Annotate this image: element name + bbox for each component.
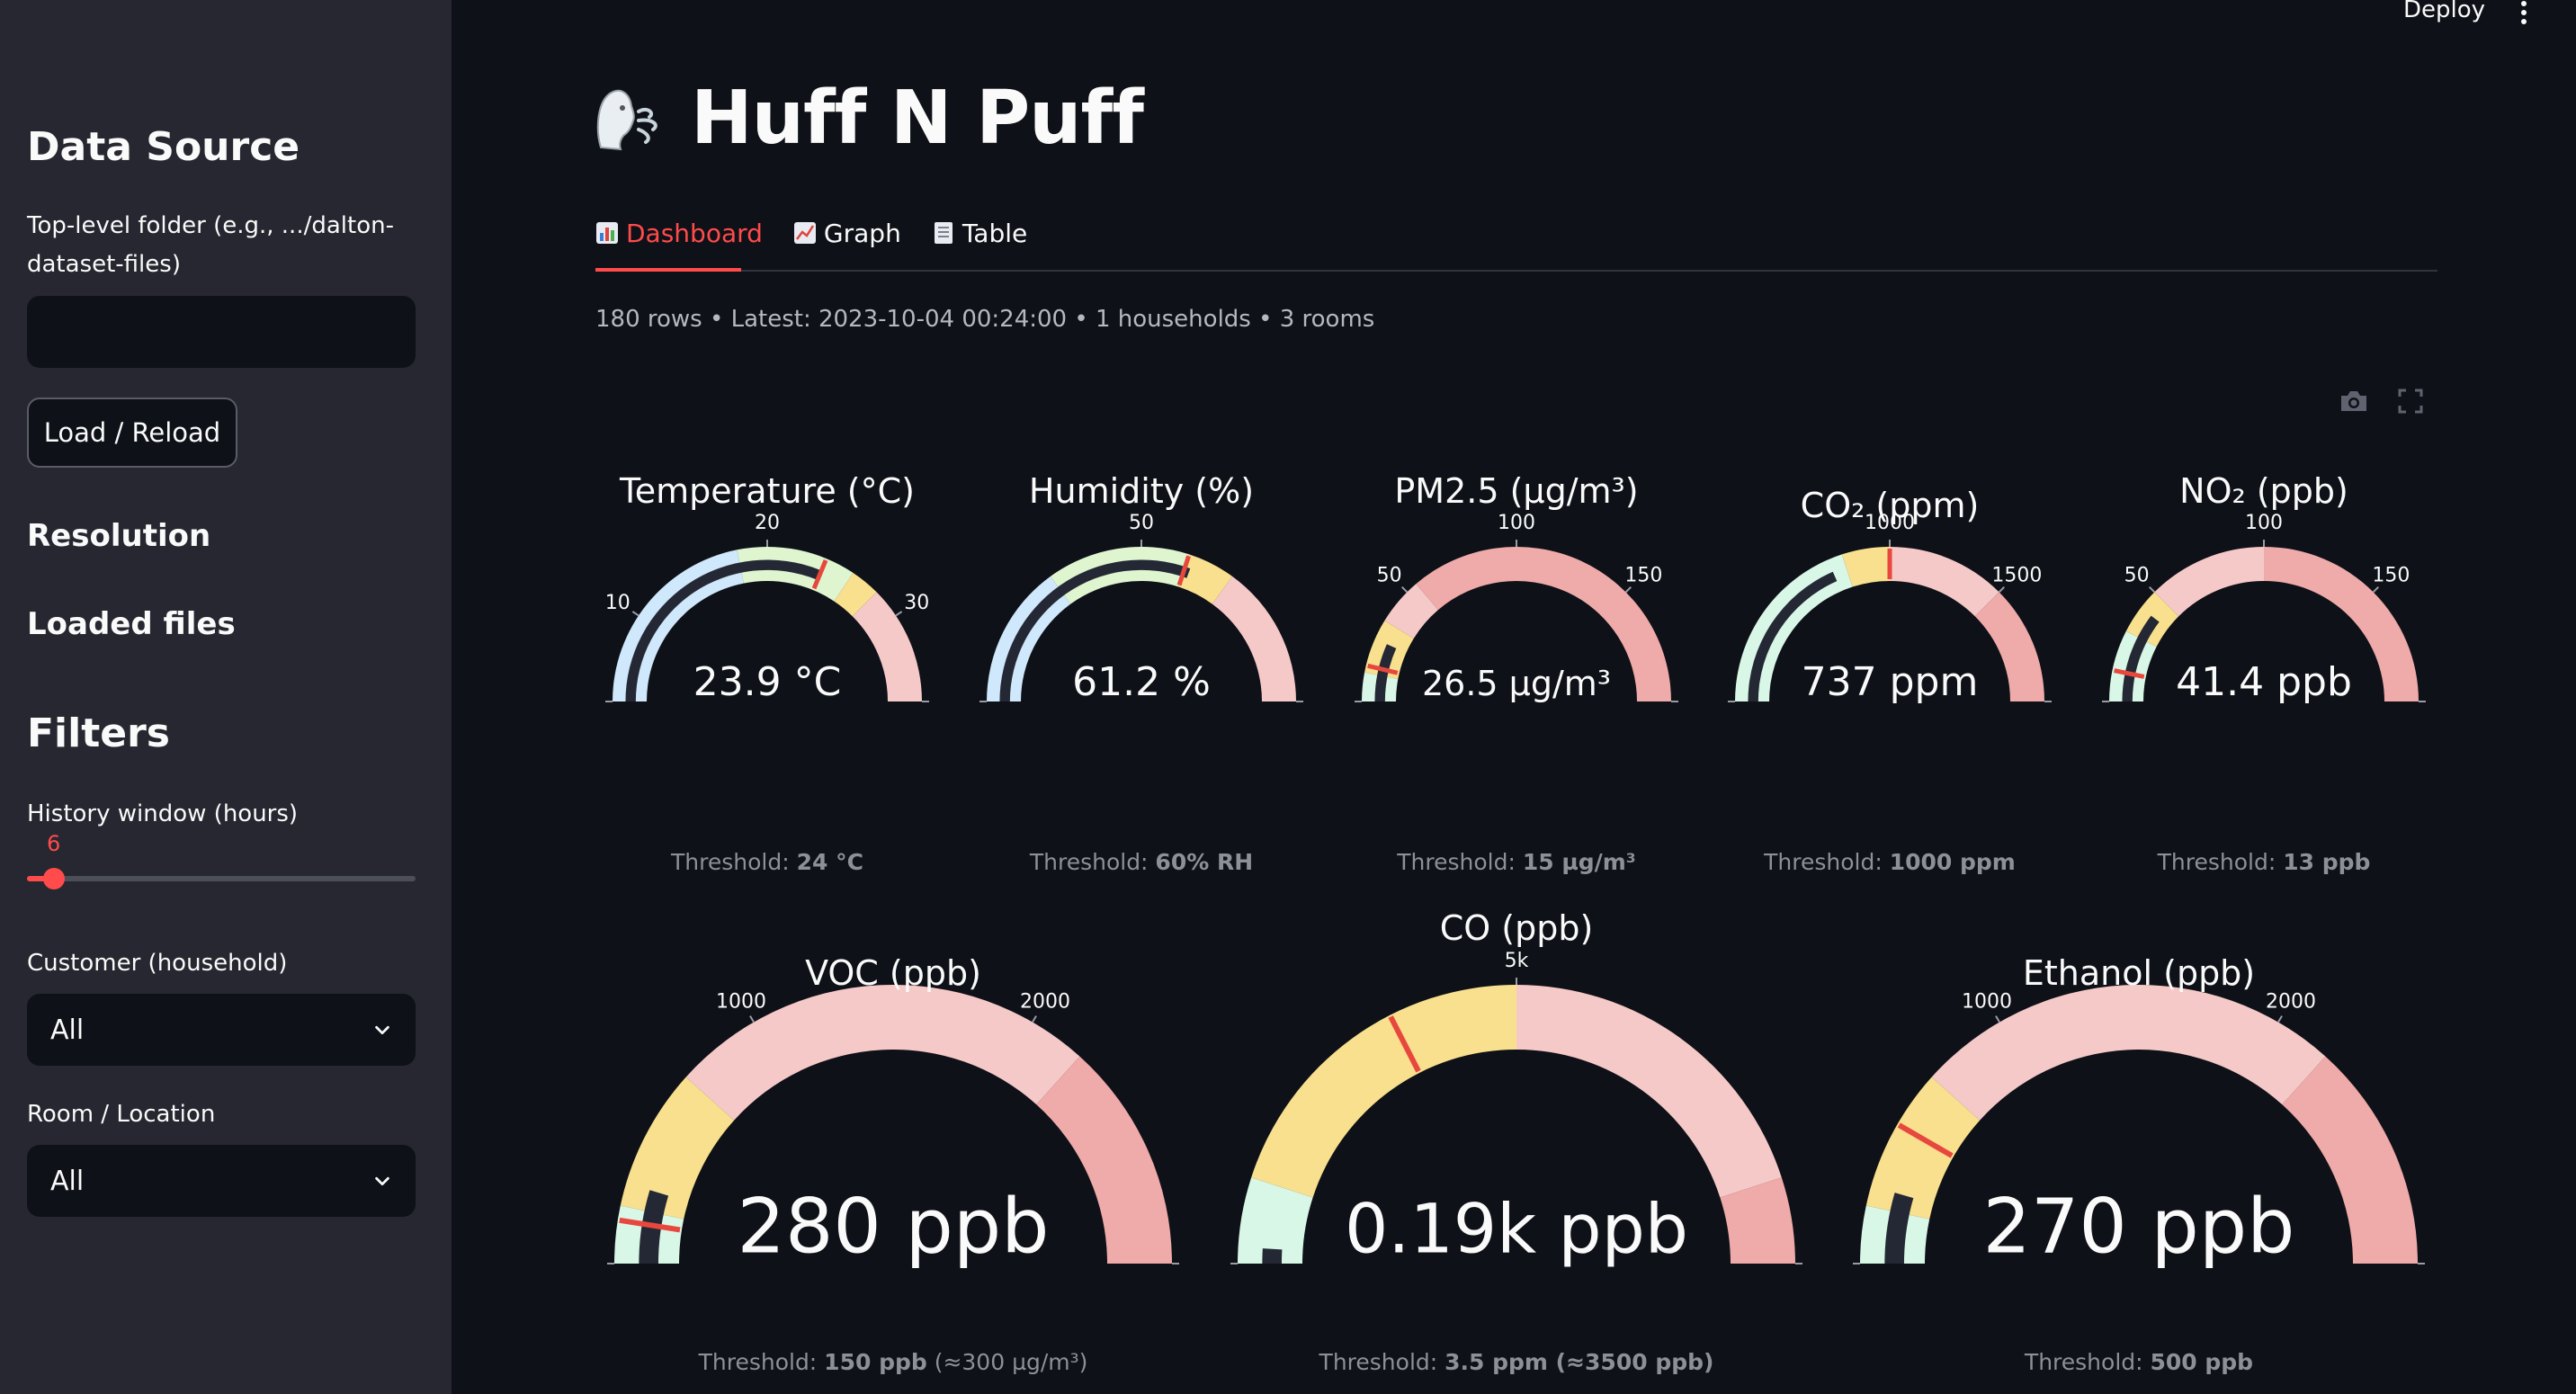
gauge-band [1890,547,1999,617]
threshold-prefix: Threshold: [1397,849,1523,875]
threshold-caption-temperature-c: Threshold: 24 °C [671,849,863,875]
gauge-band [1036,1056,1172,1264]
gauge-band [1516,985,1782,1198]
gauge-tick-mark [2149,586,2156,594]
gauge-voc-ppb: 1000 2000 280 ppb [607,985,1179,1271]
gauge-tick-mark [1995,1015,2000,1023]
threshold-caption-humidity: Threshold: 60% RH [1030,849,1253,875]
gauge-band [2154,547,2264,617]
gauge-pm2-5-g-m: 50 100 150 26.5 µg/m³ [1355,512,1678,703]
gauge-tick-label: 1500 [1991,565,2042,587]
gauge-tick-mark [2372,586,2379,594]
gauge-humidity: 50 61.2 % [979,512,1303,705]
gauge-tick-label: 1000 [716,990,766,1013]
gauge-value-text: 0.19k ppb [1345,1189,1688,1269]
gauge-tick-mark [1032,1015,1037,1023]
gauge-tick-mark [895,611,903,617]
gauge-tick-label: 1000 [1962,990,2012,1013]
gauge-value-bar [1262,1248,1283,1264]
gauge-tick-label: 5k [1505,950,1529,972]
threshold-prefix: Threshold: [2024,1349,2151,1375]
gauge-tick-label: 50 [2124,565,2150,587]
gauge-tick-mark [749,1015,755,1023]
gauge-tick-label: 10 [605,592,631,614]
gauge-tick-label: 150 [1624,565,1662,587]
gauge-tick-label: 100 [1498,512,1535,534]
gauge-value-text: 41.4 ppb [2176,659,2352,705]
gauge-band [737,547,854,602]
threshold-prefix: Threshold: [1029,849,1156,875]
gauge-tick-mark [2277,1015,2283,1023]
threshold-prefix: Threshold: [698,1349,825,1375]
threshold-prefix: Threshold: [671,849,797,875]
gauge-tick-label: 20 [755,512,780,534]
gauge-band [1251,985,1516,1198]
threshold-caption-voc-ppb: Threshold: 150 ppb (≈300 µg/m³) [699,1349,1088,1375]
threshold-suffix: (≈300 µg/m³) [926,1349,1088,1375]
threshold-value: 3.5 ppm (≈3500 ppb) [1445,1349,1714,1375]
gauge-title-temperature-c: Temperature (°C) [620,471,915,511]
gauge-value-text: 270 ppb [1983,1183,2295,1271]
gauge-band [2282,1056,2418,1264]
gauge-title-ethanol-ppb: Ethanol (ppb) [2022,953,2256,993]
gauge-temperature-c: 10 20 30 23.9 °C [605,512,930,705]
gauge-title-co-ppm: CO₂ (ppm) [1800,486,1980,525]
threshold-value: 500 ppb [2150,1349,2254,1375]
threshold-caption-ethanol-ppb: Threshold: 500 ppb [2025,1349,2253,1375]
gauge-title-voc-ppb: VOC (ppb) [805,953,981,993]
gauge-tick-label: 150 [2372,565,2410,587]
gauge-tick-label: 2000 [2266,990,2316,1013]
threshold-caption-pm2-5-g-m: Threshold: 15 µg/m³ [1397,849,1636,875]
threshold-value: 15 µg/m³ [1522,849,1636,875]
threshold-caption-no-ppb: Threshold: 13 ppb [2158,849,2371,875]
gauge-value-text: 61.2 % [1072,659,1211,705]
threshold-prefix: Threshold: [2157,849,2284,875]
gauge-band [1212,576,1296,701]
gauge-value-text: 26.5 µg/m³ [1422,664,1611,703]
threshold-value: 150 ppb [824,1349,927,1375]
gauge-tick-label: 2000 [1020,990,1070,1013]
gauge-tick-label: 100 [2245,512,2283,534]
threshold-caption-co-ppm: Threshold: 1000 ppm [1764,849,2016,875]
threshold-prefix: Threshold: [1764,849,1890,875]
threshold-prefix: Threshold: [1319,1349,1445,1375]
gauge-ethanol-ppb: 1000 2000 270 ppb [1853,985,2425,1271]
threshold-value: 1000 ppm [1889,849,2016,875]
gauge-value-text: 280 ppb [738,1183,1050,1271]
threshold-value: 24 °C [796,849,863,875]
threshold-value: 60% RH [1155,849,1254,875]
gauge-title-no-ppb: NO₂ (ppb) [2179,471,2348,511]
gauge-tick-mark [1401,586,1409,594]
gauge-tick-mark [1624,586,1632,594]
gauge-tick-label: 30 [904,592,929,614]
gauge-co-ppm: 10001500737 ppm [1728,512,2052,705]
gauge-tick-label: 50 [1377,565,1402,587]
gauge-tick-mark [631,611,640,617]
gauge-title-humidity: Humidity (%) [1028,471,1255,511]
threshold-caption-co-ppb: Threshold: 3.5 ppm (≈3500 ppb) [1319,1349,1714,1375]
gauges-canvas: 10 20 30 23.9 °C 50 61.2 % 50 100 150 26.5 µg/m³ 1… [605,512,2426,1271]
gauge-tick-mark [1998,586,2005,594]
gauge-value-text: 23.9 °C [693,659,842,705]
gauge-title-pm2-5-g-m: PM2.5 (µg/m³) [1394,471,1639,511]
gauge-no-ppb: 50 100 150 41.4 ppb [2102,512,2426,705]
gauge-band [1974,592,2044,701]
gauge-title-co-ppb: CO (ppb) [1439,908,1594,948]
gauge-co-ppb: 5k 0.19k ppb [1230,950,1802,1269]
gauge-value-text: 737 ppm [1802,659,1979,705]
threshold-value: 13 ppb [2283,849,2371,875]
gauge-band [1050,547,1190,604]
gauge-tick-label: 50 [1129,512,1154,534]
